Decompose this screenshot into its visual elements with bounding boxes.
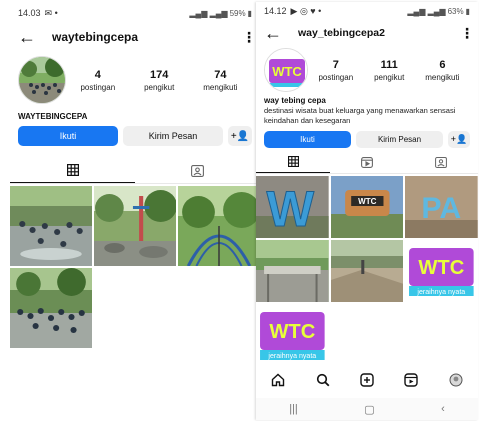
- letter-sign-text: PA: [422, 192, 462, 225]
- battery-level: 59%: [229, 8, 246, 18]
- avatar-logo-text: WTC: [272, 64, 302, 79]
- post-thumbnail[interactable]: [330, 239, 404, 302]
- stat-posts[interactable]: 4 postingan: [80, 69, 115, 92]
- more-vert-icon[interactable]: ⋮: [242, 29, 256, 46]
- tagline-text: jeraihnya nyata: [417, 289, 466, 296]
- add-person-icon[interactable]: +👤: [448, 130, 470, 148]
- status-time: 14.03: [18, 8, 41, 18]
- sign-text: WTC: [358, 197, 377, 206]
- tab-tagged[interactable]: [135, 158, 260, 183]
- post-thumbnail[interactable]: WTC jeraihnya nyata: [256, 303, 329, 366]
- post-thumbnail[interactable]: [178, 186, 260, 266]
- reels-icon: [361, 156, 373, 168]
- notification-icon: ▶ ◎ ♥ •: [290, 5, 322, 16]
- status-time: 14.12: [264, 6, 287, 16]
- profile-username: waytebingcepa: [52, 30, 139, 44]
- post-thumbnail[interactable]: [94, 186, 176, 266]
- stat-followers[interactable]: 174 pengikut: [144, 69, 174, 92]
- post-thumbnail[interactable]: WTC jeraihnya nyata: [405, 239, 478, 302]
- grid-icon: [66, 164, 79, 176]
- stat-following[interactable]: 74 mengikuti: [203, 69, 237, 92]
- tagged-icon: [191, 164, 204, 177]
- logo-text: WTC: [269, 321, 315, 343]
- post-thumbnail[interactable]: W: [256, 175, 329, 238]
- recent-apps-icon[interactable]: |||: [289, 403, 298, 415]
- profile-tabs: [256, 152, 478, 174]
- battery-icon: ▮: [465, 6, 470, 16]
- stat-following[interactable]: 6 mengikuti: [425, 59, 459, 82]
- tab-reels[interactable]: [330, 152, 404, 173]
- stat-followers[interactable]: 111 pengikut: [374, 59, 404, 82]
- logo-text: WTC: [419, 257, 465, 279]
- create-icon[interactable]: [360, 372, 374, 392]
- avatar[interactable]: WTC: [264, 48, 308, 92]
- signal-icon: ▂▄▆ ▂▄▆: [189, 8, 228, 18]
- profile-icon[interactable]: [449, 373, 463, 392]
- post-thumbnail[interactable]: [256, 239, 329, 302]
- back-arrow-icon[interactable]: ←: [18, 28, 40, 46]
- follow-button[interactable]: Ikuti: [18, 126, 118, 146]
- grid-icon: [287, 156, 299, 167]
- home-icon[interactable]: [271, 373, 285, 392]
- bio-text: destinasi wisata buat keluarga yang mena…: [264, 106, 456, 125]
- message-button[interactable]: Kirim Pesan: [356, 130, 443, 148]
- profile-header: ← waytebingcepa ⋮: [10, 22, 260, 52]
- avatar[interactable]: [18, 56, 66, 104]
- post-thumbnail[interactable]: WTC: [330, 175, 404, 238]
- tab-posts-grid[interactable]: [256, 152, 330, 173]
- bottom-navigation: [256, 370, 478, 394]
- svg-text:W: W: [266, 181, 314, 237]
- left-phone: 14.03 ✉ • ▂▄▆ ▂▄▆ 59% ▮ ← waytebingcepa …: [10, 4, 260, 368]
- status-bar: 14.12 ▶ ◎ ♥ • ▂▄▆ ▂▄▆ 63% ▮: [256, 2, 478, 20]
- status-bar: 14.03 ✉ • ▂▄▆ ▂▄▆ 59% ▮: [10, 4, 260, 22]
- post-grid: [10, 186, 260, 348]
- stat-posts[interactable]: 7 postingan: [318, 59, 353, 82]
- back-button-icon[interactable]: ‹: [441, 403, 445, 415]
- tagged-icon: [435, 156, 447, 168]
- back-arrow-icon[interactable]: ←: [264, 24, 286, 42]
- battery-icon: ▮: [247, 8, 252, 18]
- tab-posts-grid[interactable]: [10, 158, 135, 183]
- profile-username: way_tebingcepa2: [298, 27, 385, 39]
- display-name: way tebing cepa: [264, 96, 326, 105]
- message-button[interactable]: Kirim Pesan: [123, 126, 223, 146]
- system-navigation: ||| ▢ ‹: [256, 398, 478, 420]
- post-grid: W WTC PA WTC jeraihnya nyata WTC jeraihnya…: [256, 175, 478, 366]
- tab-tagged[interactable]: [404, 152, 478, 173]
- tagline-text: jeraihnya nyata: [267, 353, 316, 360]
- signal-icon: ▂▄▆ ▂▄▆: [407, 6, 446, 16]
- battery-level: 63%: [447, 6, 464, 16]
- search-icon[interactable]: [316, 373, 330, 392]
- reels-nav-icon[interactable]: [404, 372, 419, 392]
- post-thumbnail[interactable]: [10, 186, 92, 266]
- follow-button[interactable]: Ikuti: [264, 130, 351, 148]
- profile-tabs: [10, 158, 260, 184]
- right-phone: 14.12 ▶ ◎ ♥ • ▂▄▆ ▂▄▆ 63% ▮ ← way_tebing…: [256, 2, 478, 420]
- display-name: WAYTEBINGCEPA: [18, 112, 88, 121]
- notification-icon: ✉ •: [44, 7, 58, 18]
- post-thumbnail[interactable]: PA: [405, 175, 478, 238]
- add-person-icon[interactable]: +👤: [228, 126, 252, 146]
- post-thumbnail[interactable]: [10, 268, 92, 348]
- profile-header: ← way_tebingcepa2 ⋮: [256, 20, 478, 46]
- more-vert-icon[interactable]: ⋮: [460, 25, 474, 42]
- home-button-icon[interactable]: ▢: [364, 403, 374, 416]
